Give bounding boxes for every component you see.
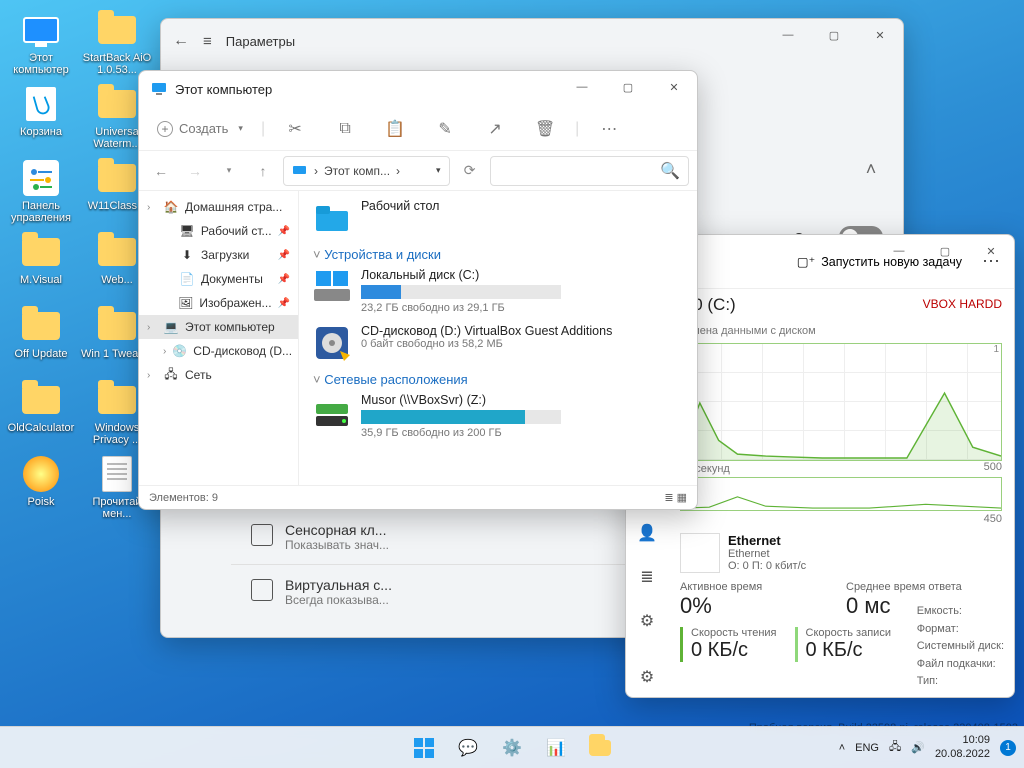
tray-volume-icon[interactable]: 🔊 — [911, 741, 925, 754]
desktop-icon[interactable]: M.Visual — [4, 228, 78, 300]
share-icon[interactable]: ↗ — [475, 113, 515, 145]
sidebar-item[interactable]: ⬇Загрузки📌 — [139, 243, 298, 267]
sidebar-item[interactable]: ›🖧Сеть — [139, 363, 298, 387]
copy-icon[interactable]: ⧉ — [325, 113, 365, 145]
nav-forward-icon[interactable]: → — [181, 163, 209, 179]
tray-chevron-icon[interactable]: ˄ — [839, 742, 845, 754]
taskbar-explorer-icon[interactable] — [581, 731, 619, 765]
notification-badge[interactable]: 1 — [1000, 740, 1016, 756]
tray-clock[interactable]: 10:0920.08.2022 — [935, 734, 990, 760]
refresh-icon[interactable]: ⟳ — [456, 162, 484, 179]
maximize-button[interactable]: ▢ — [922, 235, 968, 267]
search-input[interactable]: 🔍 — [490, 156, 689, 186]
active-time-stat: Активное время 0% — [680, 581, 836, 619]
run-task-icon: ▢⁺ — [797, 254, 815, 269]
cut-icon[interactable]: ✂ — [275, 113, 315, 145]
sidebar-item[interactable]: 📄Документы📌 — [139, 267, 298, 291]
view-mode-icons[interactable]: ≣ ▦ — [664, 491, 687, 504]
rename-icon[interactable]: ✎ — [425, 113, 465, 145]
keyboard-icon — [251, 524, 273, 546]
read-speed-stat: Скорость чтения 0 КБ/с — [680, 627, 777, 662]
maximize-button[interactable]: ▢ — [605, 71, 651, 103]
chart1-label: обмена данными с диском — [680, 325, 1002, 337]
tm-tab-services[interactable]: ⚙ — [630, 601, 664, 641]
close-button[interactable]: ✕ — [968, 235, 1014, 267]
settings-title: Параметры — [226, 34, 295, 49]
delete-icon[interactable]: 🗑 — [525, 113, 565, 145]
explorer-main: Рабочий стол Устройства и диски Локальны… — [299, 191, 697, 485]
network-locations-header[interactable]: Сетевые расположения — [313, 372, 683, 387]
nav-up-icon[interactable]: ↑ — [249, 163, 277, 179]
address-bar[interactable]: ›Этот комп...› ▾ — [283, 156, 450, 186]
tray-language[interactable]: ENG — [855, 742, 879, 754]
desktop-icon[interactable]: OldCalculator — [4, 376, 78, 448]
sidebar-item[interactable]: ›💻Этот компьютер — [139, 315, 298, 339]
desktop-icon[interactable]: StartBack AiO 1.0.53... — [80, 6, 154, 78]
taskbar-chat-icon[interactable]: 💬 — [449, 731, 487, 765]
chevron-up-icon[interactable]: ˄ — [859, 159, 883, 180]
explorer-sidebar: ›🏠Домашняя стра...🖥Рабочий ст...📌⬇Загруз… — [139, 191, 299, 485]
sidebar-item[interactable]: 🖥Рабочий ст...📌 — [139, 219, 298, 243]
drive-item[interactable]: Локальный диск (C:)23,2 ГБ свободно из 2… — [313, 268, 683, 314]
tm-tab-details[interactable]: ≣ — [630, 557, 664, 597]
write-speed-stat: Скорость записи 0 КБ/с — [795, 627, 891, 662]
explorer-window: Этот компьютер — ▢ ✕ +Создать▾ | ✂ ⧉ 📋 ✎… — [138, 70, 698, 510]
minimize-button[interactable]: — — [765, 19, 811, 51]
minimize-button[interactable]: — — [559, 71, 605, 103]
tm-tab-users[interactable]: 👤 — [630, 513, 664, 553]
desktop-icon[interactable]: Off Update — [4, 302, 78, 374]
disk-transfer-chart — [680, 477, 1002, 511]
paste-icon[interactable]: 📋 — [375, 113, 415, 145]
disk-properties: Емкость:Формат:Системный диск:Файл подка… — [917, 603, 1004, 691]
eth-mini-chart — [680, 533, 720, 573]
tray-network-icon[interactable]: 🖧 — [889, 738, 901, 757]
desktop-icon[interactable]: Poisk — [4, 450, 78, 522]
new-button[interactable]: +Создать▾ — [149, 113, 251, 145]
close-button[interactable]: ✕ — [857, 19, 903, 51]
sidebar-item[interactable]: 🖼Изображен...📌 — [139, 291, 298, 315]
taskbar-taskmgr-icon[interactable]: 📊 — [537, 731, 575, 765]
desktop-icon[interactable]: Панель управления — [4, 154, 78, 226]
minimize-button[interactable]: — — [876, 235, 922, 267]
hamburger-icon[interactable]: ≡ — [203, 33, 212, 50]
drive-item[interactable]: Musor (\\VBoxSvr) (Z:)35,9 ГБ свободно и… — [313, 393, 683, 439]
taskbar: 💬 ⚙️ 📊 ˄ ENG 🖧 🔊 10:0920.08.2022 1 — [0, 726, 1024, 768]
drive-item[interactable]: CD-дисковод (D:) VirtualBox Guest Additi… — [313, 324, 683, 362]
nav-back-icon[interactable]: ← — [147, 163, 175, 179]
pc-icon — [151, 81, 167, 97]
devices-header[interactable]: Устройства и диски — [313, 247, 683, 262]
sidebar-item[interactable]: ›🏠Домашняя стра... — [139, 195, 298, 219]
desktop-folder-item[interactable]: Рабочий стол — [313, 199, 683, 237]
ethernet-thumbnail[interactable]: Ethernet Ethernet О: 0 П: 0 кбит/с — [680, 533, 1002, 573]
more-icon[interactable]: ⋯ — [589, 113, 629, 145]
start-button[interactable] — [405, 731, 443, 765]
touchpad-icon — [251, 579, 273, 601]
explorer-statusbar: Элементов: 9 ≣ ▦ — [139, 485, 697, 509]
taskbar-settings-icon[interactable]: ⚙️ — [493, 731, 531, 765]
back-arrow-icon[interactable]: ← — [173, 32, 189, 50]
disk-activity-chart: 1 — [680, 343, 1002, 461]
maximize-button[interactable]: ▢ — [811, 19, 857, 51]
tm-settings-icon[interactable]: ⚙ — [630, 657, 664, 697]
sidebar-item[interactable]: ›💿CD-дисковод (D... — [139, 339, 298, 363]
desktop-icon[interactable]: Этот компьютер — [4, 6, 78, 78]
close-button[interactable]: ✕ — [651, 71, 697, 103]
nav-recent-icon[interactable]: ▾ — [215, 165, 243, 176]
desktop-icon[interactable]: Корзина — [4, 80, 78, 152]
